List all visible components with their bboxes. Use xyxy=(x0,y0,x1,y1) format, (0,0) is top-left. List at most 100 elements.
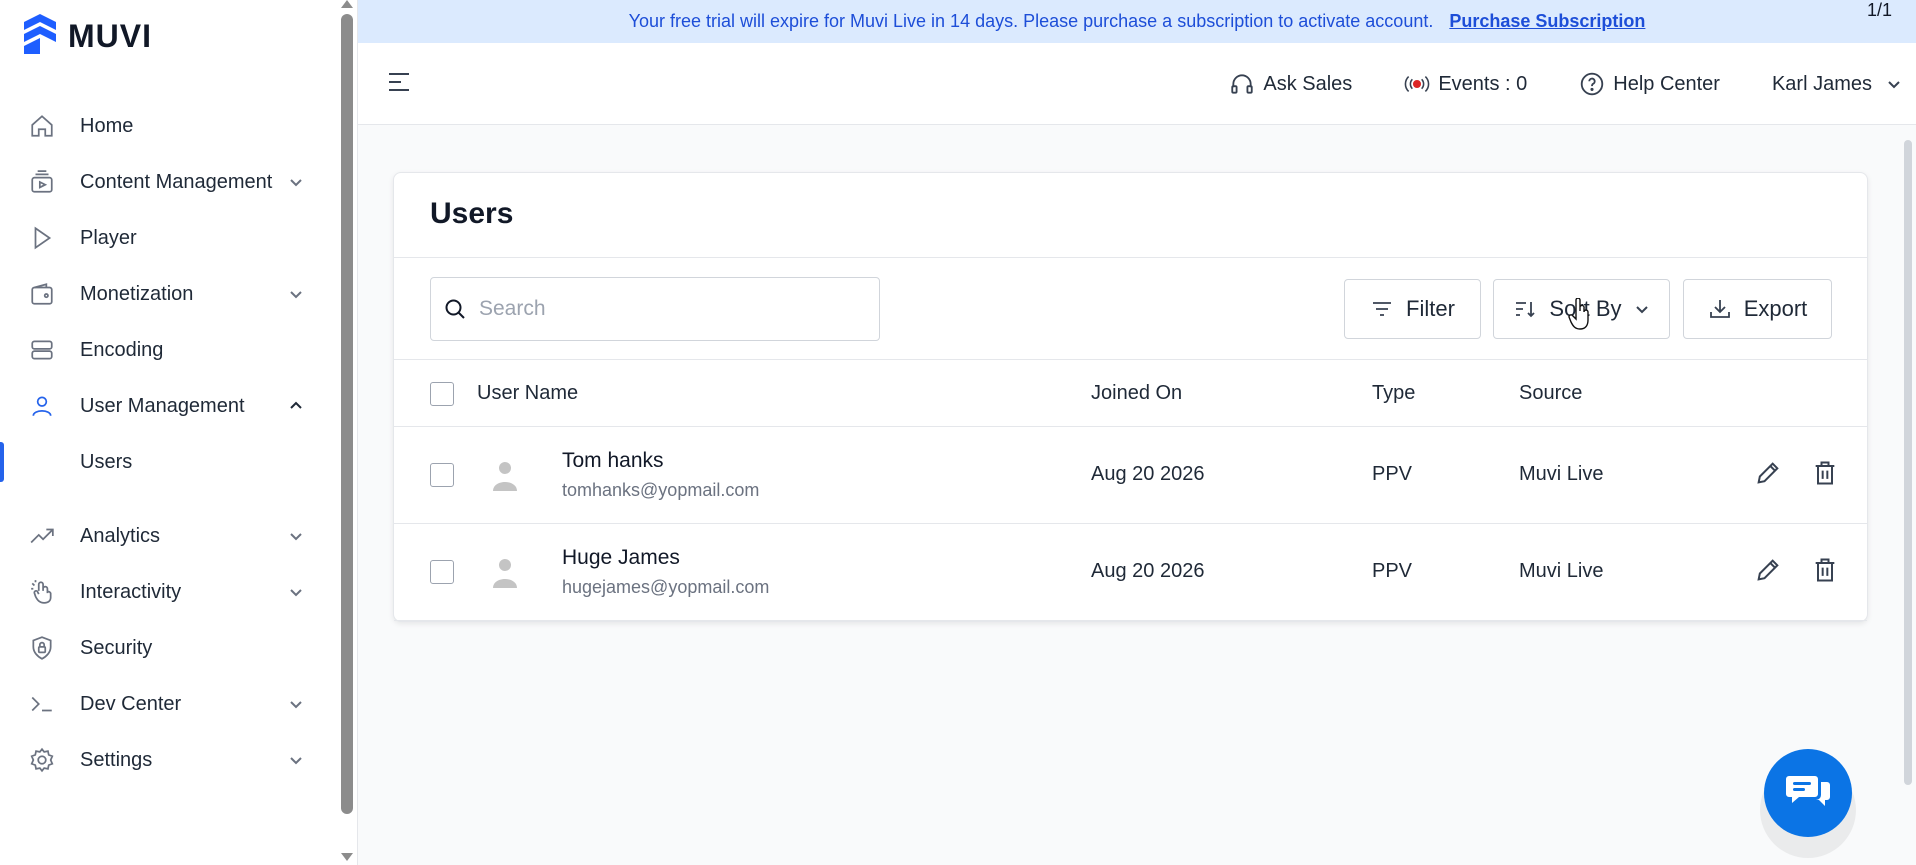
row-checkbox[interactable] xyxy=(430,560,454,584)
trial-banner: Your free trial will expire for Muvi Liv… xyxy=(358,0,1916,43)
menu-toggle-icon[interactable] xyxy=(386,69,412,95)
sidebar-item-label: Interactivity xyxy=(80,580,182,603)
sidebar-item-security[interactable]: Security xyxy=(0,620,330,676)
select-all-checkbox[interactable] xyxy=(430,382,454,406)
divider xyxy=(394,257,1867,258)
joined-on: Aug 20 2026 xyxy=(1091,463,1205,485)
help-center-label: Help Center xyxy=(1613,72,1720,95)
chevron-down-icon xyxy=(288,174,304,190)
user-name[interactable]: Tom hanks xyxy=(562,449,664,473)
user-name[interactable]: Huge James xyxy=(562,546,680,570)
row-checkbox[interactable] xyxy=(430,463,454,487)
sidebar-item-label: Monetization xyxy=(80,282,194,305)
sidebar-item-content-management[interactable]: Content Management xyxy=(0,154,330,210)
terminal-icon xyxy=(28,690,56,718)
shield-icon xyxy=(28,634,56,662)
hand-cursor-icon xyxy=(1568,297,1592,330)
sidebar-item-analytics[interactable]: Analytics xyxy=(0,508,330,564)
content-icon xyxy=(28,168,56,196)
trash-icon[interactable] xyxy=(1811,556,1843,588)
sidebar-subitem-users[interactable]: Users xyxy=(0,434,330,490)
sidebar-item-label: User Management xyxy=(80,394,245,417)
sidebar-item-dev-center[interactable]: Dev Center xyxy=(0,676,330,732)
user-menu[interactable]: Karl James xyxy=(1772,73,1902,96)
export-button[interactable]: Export xyxy=(1683,279,1832,339)
table-row: Tom hanks tomhanks@yopmail.com Aug 20 20… xyxy=(394,427,1867,524)
edit-icon[interactable] xyxy=(1754,459,1786,491)
broadcast-icon xyxy=(1405,75,1430,93)
scroll-down-arrow-icon[interactable] xyxy=(341,853,353,861)
help-center-button[interactable]: Help Center xyxy=(1579,71,1720,97)
page-counter: 1/1 xyxy=(1866,0,1892,20)
sidebar: MUVI Home Content Management Player Mone… xyxy=(0,0,358,865)
headset-icon xyxy=(1231,74,1254,94)
sidebar-item-encoding[interactable]: Encoding xyxy=(0,322,330,378)
chevron-down-icon xyxy=(288,528,304,544)
sidebar-item-interactivity[interactable]: Interactivity xyxy=(0,564,330,620)
sidebar-scrollbar[interactable] xyxy=(339,0,355,865)
chevron-down-icon xyxy=(1635,306,1648,314)
trash-icon[interactable] xyxy=(1811,459,1843,491)
sidebar-item-user-management[interactable]: User Management xyxy=(0,378,330,434)
events-button[interactable]: Events : 0 xyxy=(1404,71,1527,97)
search-box[interactable] xyxy=(430,277,880,341)
help-icon xyxy=(1581,72,1604,96)
search-icon xyxy=(445,299,465,319)
topbar: Ask Sales Events : 0 Help Center Karl Ja… xyxy=(358,43,1916,125)
sidebar-nav: Home Content Management Player Monetizat… xyxy=(0,98,330,788)
sidebar-item-home[interactable]: Home xyxy=(0,98,330,154)
events-label: Events : 0 xyxy=(1438,72,1528,95)
purchase-subscription-link[interactable]: Purchase Subscription xyxy=(1449,11,1645,32)
chat-button[interactable] xyxy=(1764,749,1852,837)
search-input[interactable] xyxy=(479,297,859,321)
trend-icon xyxy=(28,522,56,550)
sidebar-item-monetization[interactable]: Monetization xyxy=(0,266,330,322)
user-source: Muvi Live xyxy=(1519,560,1604,582)
active-indicator xyxy=(0,442,4,482)
page-title: Users xyxy=(430,197,514,230)
column-user-name: User Name xyxy=(477,382,579,404)
user-type: PPV xyxy=(1372,560,1413,582)
column-type: Type xyxy=(1372,382,1416,404)
download-icon xyxy=(1709,300,1730,318)
export-label: Export xyxy=(1743,296,1808,321)
sidebar-item-label: Content Management xyxy=(80,170,273,193)
sidebar-item-label: Dev Center xyxy=(80,692,182,715)
scrollbar-thumb[interactable] xyxy=(341,14,353,814)
chevron-down-icon xyxy=(288,584,304,600)
sidebar-item-label: Encoding xyxy=(80,338,164,361)
sidebar-subitem-label: Users xyxy=(80,450,133,473)
interactivity-icon xyxy=(28,578,56,606)
user-name: Karl James xyxy=(1771,72,1872,95)
chevron-down-icon xyxy=(288,696,304,712)
scroll-up-arrow-icon[interactable] xyxy=(341,0,353,8)
filter-label: Filter xyxy=(1406,296,1455,321)
filter-button[interactable]: Filter xyxy=(1344,279,1481,339)
column-source: Source xyxy=(1519,382,1583,404)
table-row: Huge James hugejames@yopmail.com Aug 20 … xyxy=(394,524,1867,621)
chevron-down-icon xyxy=(288,286,304,302)
avatar xyxy=(490,457,520,493)
sidebar-item-label: Home xyxy=(80,114,134,137)
top-actions: Ask Sales Events : 0 Help Center Karl Ja… xyxy=(1229,43,1916,125)
joined-on: Aug 20 2026 xyxy=(1091,560,1205,582)
play-icon xyxy=(28,224,56,252)
gear-icon xyxy=(28,746,56,774)
sidebar-item-label: Security xyxy=(80,636,153,659)
sort-icon xyxy=(1516,302,1536,318)
chevron-down-icon xyxy=(288,752,304,768)
chat-icon xyxy=(1786,776,1830,806)
sidebar-item-label: Settings xyxy=(80,748,153,771)
ask-sales-button[interactable]: Ask Sales xyxy=(1229,71,1352,97)
sidebar-item-settings[interactable]: Settings xyxy=(0,732,330,788)
edit-icon[interactable] xyxy=(1754,556,1786,588)
user-email: hugejames@yopmail.com xyxy=(562,577,770,597)
main-scrollbar[interactable] xyxy=(1904,140,1912,785)
muvi-logo[interactable]: MUVI xyxy=(20,12,152,60)
sidebar-item-label: Player xyxy=(80,226,137,249)
trial-message: Your free trial will expire for Muvi Liv… xyxy=(628,11,1434,31)
filter-icon xyxy=(1373,302,1392,316)
sidebar-item-player[interactable]: Player xyxy=(0,210,330,266)
table-header: User Name Joined On Type Source xyxy=(394,359,1867,427)
chevron-up-icon xyxy=(288,398,304,414)
